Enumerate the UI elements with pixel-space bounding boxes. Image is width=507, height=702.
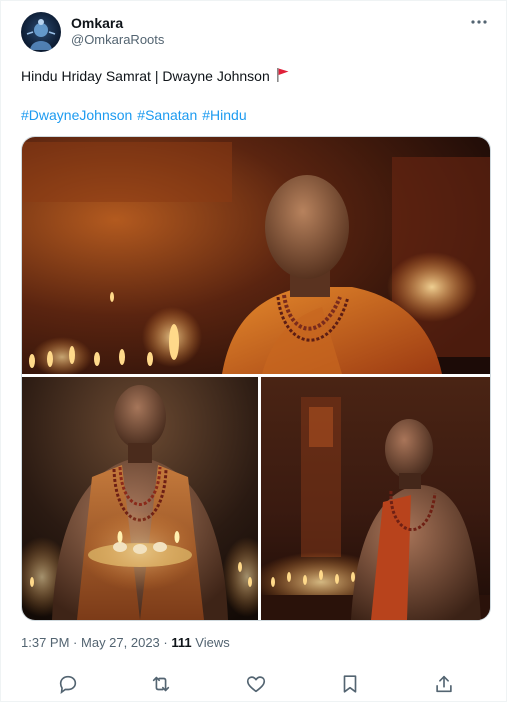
retweet-icon[interactable] — [150, 673, 172, 695]
hashtag-link[interactable]: #Hindu — [202, 107, 246, 123]
avatar[interactable] — [21, 12, 61, 52]
action-bar — [1, 671, 507, 699]
hashtag-link[interactable]: #Sanatan — [137, 107, 197, 123]
heart-icon[interactable] — [245, 673, 267, 695]
hashtag-link[interactable]: #DwayneJohnson — [21, 107, 132, 123]
author-name[interactable]: Omkara — [71, 15, 123, 31]
tweet-time[interactable]: 1:37 PM — [21, 635, 69, 650]
tweet-date[interactable]: May 27, 2023 — [81, 635, 160, 650]
hashtags: #DwayneJohnson #Sanatan #Hindu — [21, 107, 252, 123]
meta-separator: · — [73, 635, 78, 650]
tweet-card: Omkara @OmkaraRoots Hindu Hriday Samrat … — [0, 0, 507, 702]
views-count: 111 — [171, 635, 192, 650]
tweet-meta: 1:37 PM · May 27, 2023 · 111 Views — [21, 635, 230, 650]
tweet-text-body: Hindu Hriday Samrat | Dwayne Johnson — [21, 68, 270, 84]
media-image-3[interactable] — [261, 377, 490, 620]
avatar-deity-icon — [26, 19, 56, 50]
media-image-2[interactable] — [22, 377, 258, 620]
meta-separator: · — [163, 635, 168, 650]
share-icon[interactable] — [433, 673, 455, 695]
more-horizontal-icon[interactable] — [470, 13, 488, 31]
views-label: Views — [195, 635, 230, 650]
author-handle[interactable]: @OmkaraRoots — [71, 32, 164, 47]
media-grid — [21, 136, 491, 621]
tweet-text: Hindu Hriday Samrat | Dwayne Johnson — [21, 67, 290, 87]
bookmark-icon[interactable] — [339, 673, 361, 695]
reply-icon[interactable] — [57, 673, 79, 695]
red-flag-emoji-icon — [276, 67, 290, 87]
media-image-1[interactable] — [22, 137, 490, 374]
